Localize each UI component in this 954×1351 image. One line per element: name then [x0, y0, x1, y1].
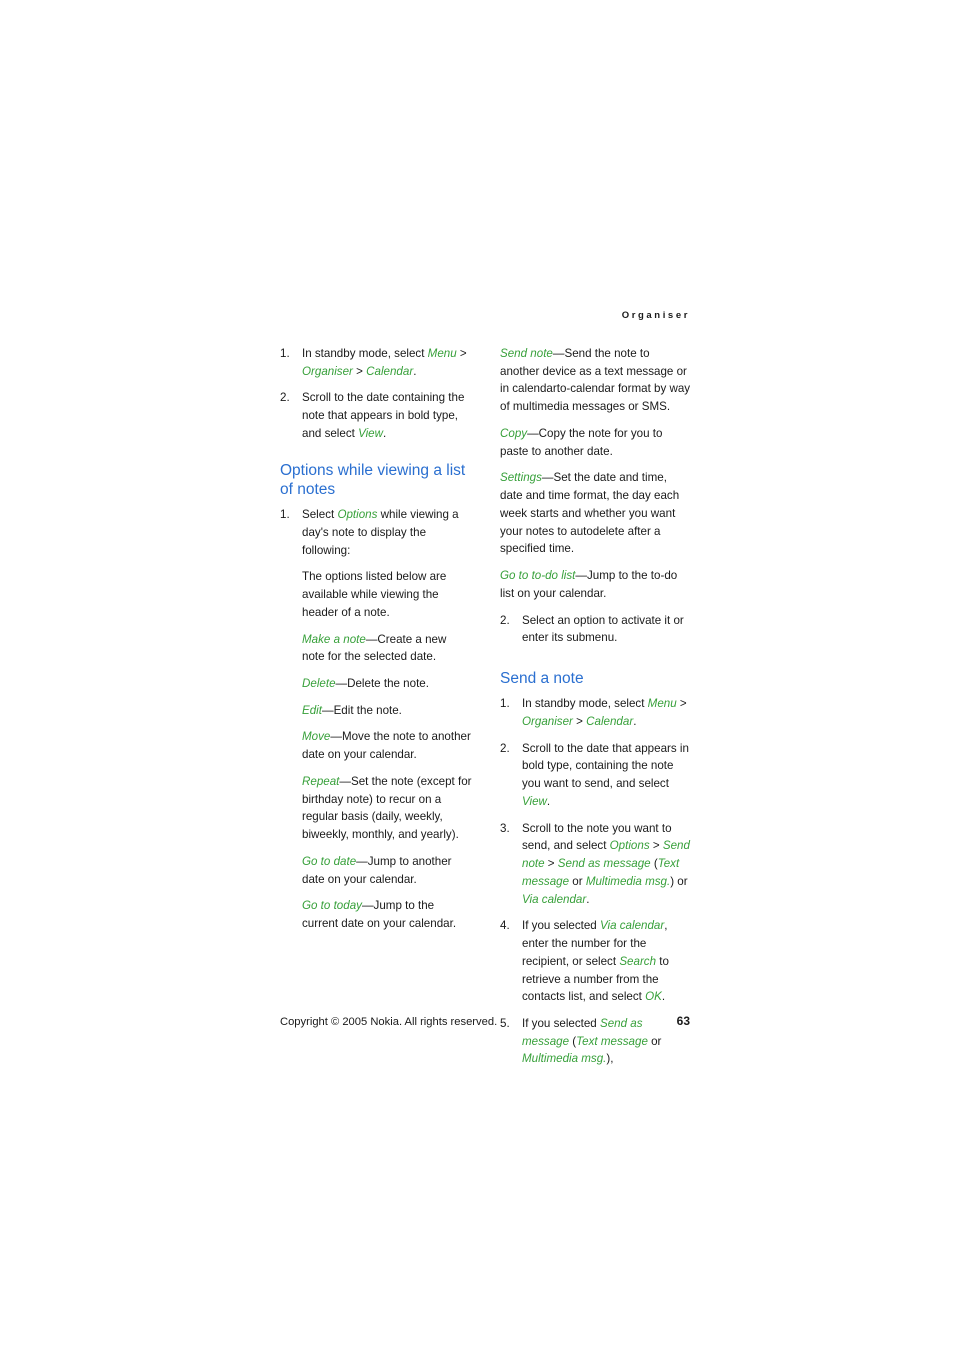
body-text: > — [649, 839, 663, 853]
body-text: or — [647, 1034, 662, 1048]
options-definition-list: Make a note—Create a new note for the se… — [280, 631, 472, 933]
ui-term: Via calendar — [599, 919, 665, 933]
option-definition: Copy—Copy the note for you to paste to a… — [500, 425, 692, 460]
option-definition: Go to today—Jump to the current date on … — [302, 897, 472, 932]
body-text: . — [383, 426, 387, 440]
step-number: 1. — [280, 347, 290, 360]
body-text: > — [456, 347, 467, 360]
ui-term: Calendar — [586, 714, 634, 728]
ui-term: OK — [645, 990, 662, 1004]
ui-term: Via calendar — [522, 892, 587, 906]
option-definition: Settings—Set the date and time, date and… — [500, 469, 692, 558]
step-number: 1. — [500, 697, 510, 711]
ui-term: Menu — [647, 697, 677, 711]
two-column-body: 1. In standby mode, select Menu > Organis… — [280, 345, 692, 1077]
page-number: 63 — [676, 1014, 690, 1028]
ui-term: Text message — [576, 1034, 648, 1048]
body-text: ), — [606, 1052, 614, 1066]
ui-term: View — [358, 426, 383, 440]
numbered-step: 2. Select an option to activate it or ent… — [500, 612, 692, 647]
send-a-note-steps-list: 1. In standby mode, select Menu > Organis… — [500, 695, 692, 1068]
body-text: In standby mode, select — [302, 347, 428, 360]
numbered-step: 1. Select Options while viewing a day's n… — [280, 506, 472, 621]
ui-term: View — [522, 794, 547, 808]
body-text: . — [546, 794, 551, 808]
options-definition-list-continued: Send note—Send the note to another devic… — [500, 345, 692, 603]
ui-term: Menu — [427, 347, 457, 360]
step-number: 4. — [500, 919, 510, 933]
ui-term: Make a note — [302, 632, 366, 646]
ui-term: Repeat — [302, 774, 340, 788]
options-step1-list: 1. Select Options while viewing a day's n… — [280, 506, 472, 621]
body-text: . — [413, 364, 417, 378]
step-number: 3. — [500, 821, 510, 835]
numbered-step: 2. Scroll to the date that appears in bol… — [500, 740, 692, 811]
heading-send-a-note: Send a note — [500, 670, 584, 688]
option-definition: Send note—Send the note to another devic… — [500, 345, 692, 416]
ui-term: Edit — [302, 703, 322, 717]
option-definition: Repeat—Set the note (except for birthday… — [302, 773, 472, 844]
ui-term: Go to date — [302, 854, 357, 868]
body-text: > — [676, 697, 687, 711]
body-text: —Edit the note. — [321, 703, 402, 717]
step-number: 2. — [500, 741, 510, 755]
step-number: 2. — [500, 613, 510, 627]
intro-steps-list: 1. In standby mode, select Menu > Organis… — [280, 345, 472, 443]
body-text: Select — [302, 508, 338, 522]
body-text: In standby mode, select — [522, 697, 648, 711]
ui-term: Organiser — [522, 714, 573, 728]
ui-term: Copy — [500, 426, 528, 440]
ui-term: Organiser — [302, 364, 353, 378]
body-text: > — [572, 714, 587, 728]
numbered-step: 1. In standby mode, select Menu > Organis… — [500, 695, 692, 730]
document-page: Organiser 1. In standby mode, select Menu… — [0, 0, 954, 1351]
copyright-text: Copyright © 2005 Nokia. All rights reser… — [280, 1016, 498, 1028]
numbered-step: 3. Scroll to the note you want to send, a… — [500, 820, 692, 909]
body-text: or — [569, 874, 586, 888]
ui-term: Move — [302, 730, 331, 744]
numbered-step: 4. If you selected Via calendar, enter th… — [500, 917, 692, 1006]
option-definition: Edit—Edit the note. — [302, 702, 472, 720]
step-number: 2. — [280, 391, 290, 405]
running-header-organiser: Organiser — [621, 310, 690, 321]
ui-term: Send as message — [557, 857, 651, 871]
body-text: ( — [650, 857, 658, 871]
ui-term: Go to today — [302, 899, 362, 913]
left-column: 1. In standby mode, select Menu > Organis… — [280, 345, 472, 942]
numbered-step: 2. Scroll to the date containing the note… — [280, 389, 472, 442]
options-step2-list: 2. Select an option to activate it or ent… — [500, 612, 692, 647]
page-footer: Copyright © 2005 Nokia. All rights reser… — [280, 1014, 690, 1028]
ui-term: Calendar — [366, 364, 414, 378]
numbered-step: 1. In standby mode, select Menu > Organis… — [280, 345, 472, 380]
body-text: Select an option to activate it or enter… — [522, 613, 684, 645]
option-definition: Make a note—Create a new note for the se… — [302, 631, 472, 666]
ui-term: Options — [337, 508, 378, 522]
body-text: —Delete the note. — [335, 676, 429, 690]
body-text: If you selected — [522, 919, 600, 933]
body-text: . — [661, 990, 666, 1004]
ui-term: Settings — [500, 471, 542, 485]
body-text: Scroll to the date that appears in bold … — [522, 741, 689, 791]
option-definition: Move—Move the note to another date on yo… — [302, 728, 472, 763]
right-column: Send note—Send the note to another devic… — [500, 345, 692, 1077]
ui-term: Multimedia msg. — [585, 874, 671, 888]
ui-term: Go to to-do list — [500, 569, 576, 583]
ui-term: Search — [619, 954, 657, 968]
option-definition: Go to to-do list—Jump to the to-do list … — [500, 567, 692, 602]
body-text: . — [633, 714, 637, 728]
ui-term: Options — [609, 839, 650, 853]
heading-options-while-viewing: Options while viewing a list of notes — [280, 461, 466, 498]
body-text: > — [544, 857, 558, 871]
options-availability-note: The options listed below are available w… — [302, 570, 447, 619]
body-text: > — [352, 364, 367, 378]
body-text: . — [586, 892, 590, 906]
ui-term: Delete — [302, 676, 336, 690]
body-text: ) or — [670, 874, 688, 888]
option-definition: Delete—Delete the note. — [302, 675, 472, 693]
step-number: 1. — [280, 508, 290, 522]
ui-term: Multimedia msg. — [522, 1052, 607, 1066]
option-definition: Go to date—Jump to another date on your … — [302, 853, 472, 888]
ui-term: Send note — [500, 347, 553, 360]
